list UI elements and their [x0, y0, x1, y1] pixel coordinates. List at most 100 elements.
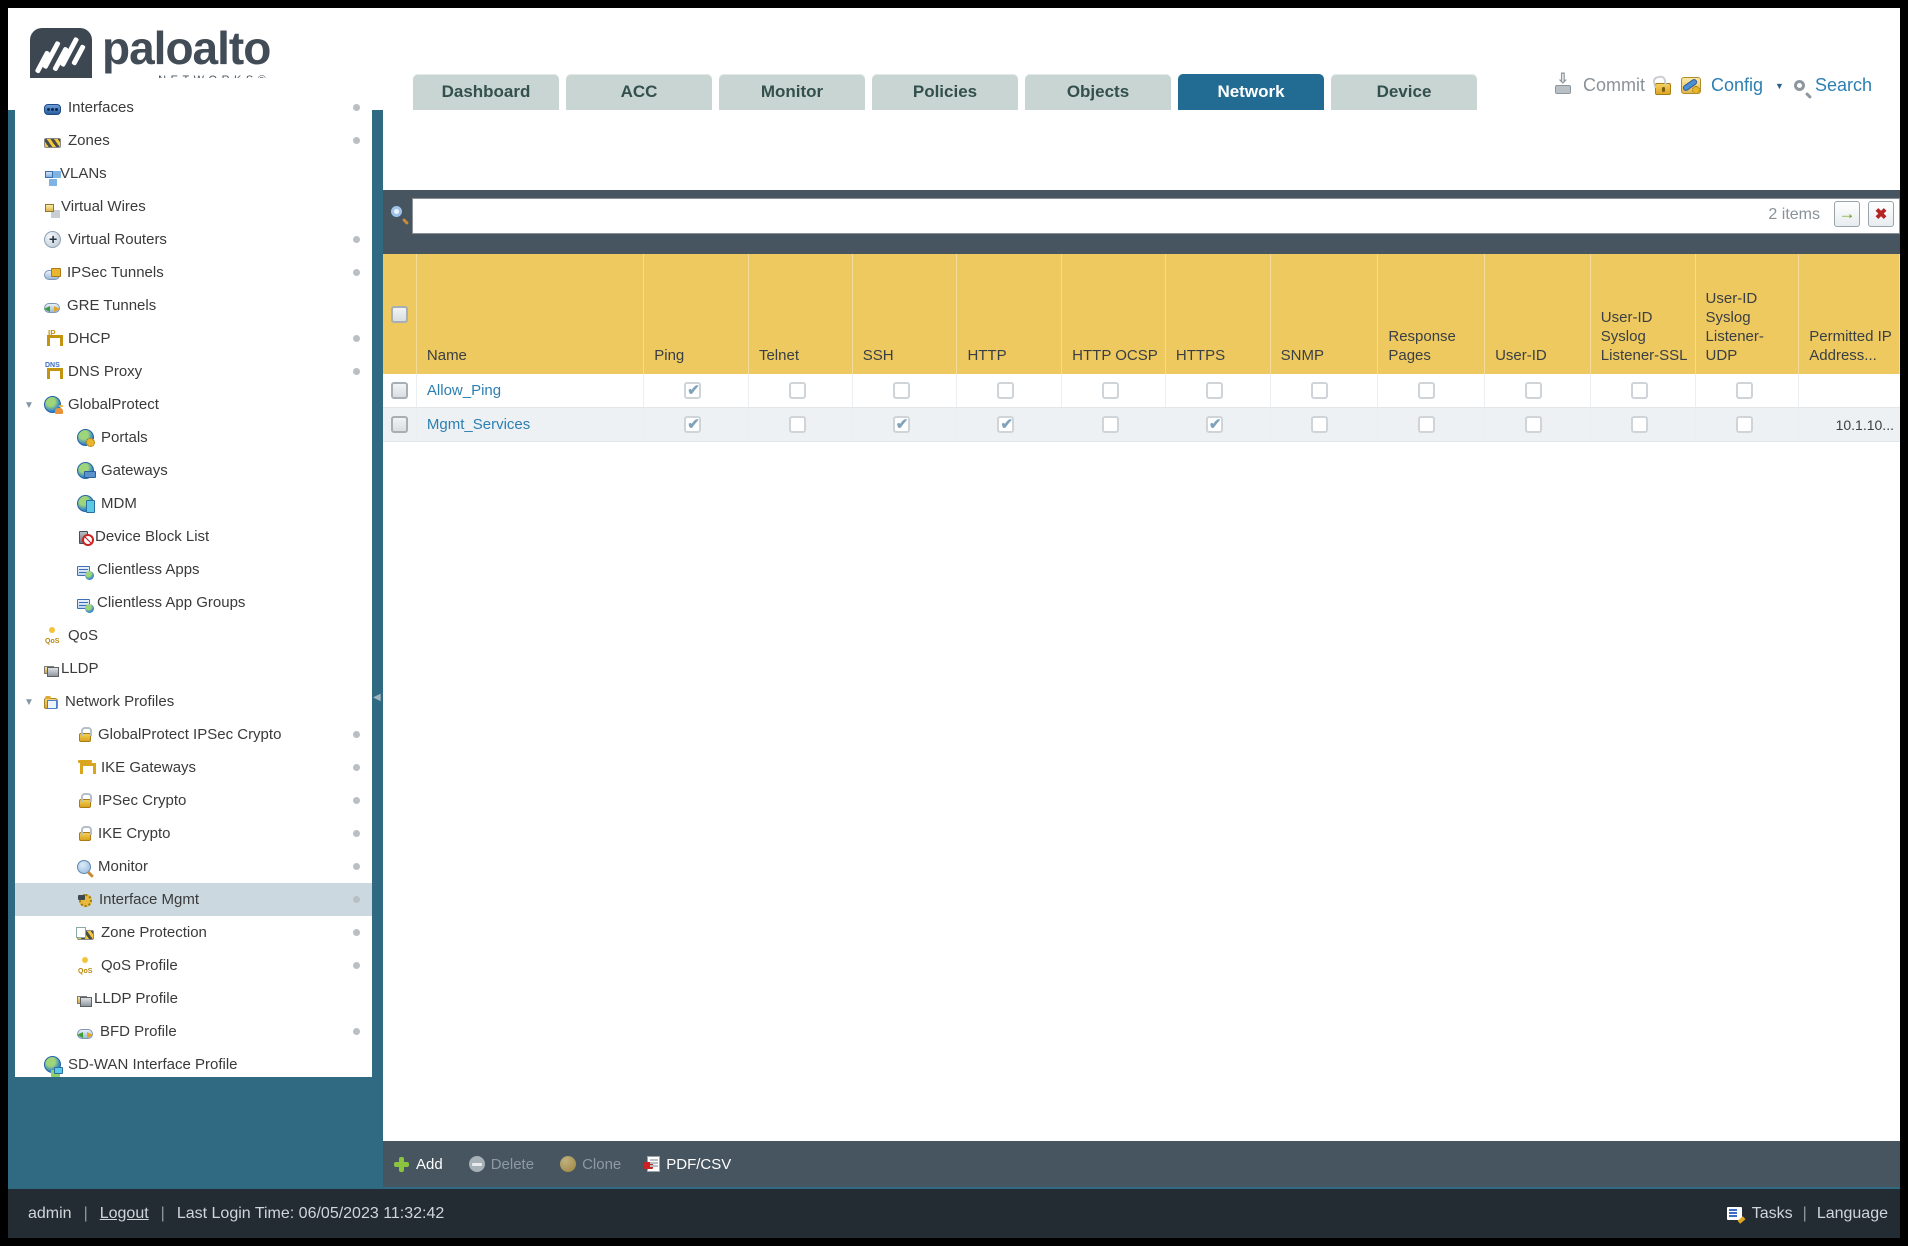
row-select-checkbox[interactable] — [390, 416, 408, 433]
sidebar-item-portals[interactable]: Portals — [15, 421, 372, 454]
sidebar-item-globalprotect[interactable]: ▼ GlobalProtect — [15, 388, 372, 421]
sidebar-item-zone-protection[interactable]: Zone Protection — [15, 916, 372, 949]
sidebar-item-mdm[interactable]: MDM — [15, 487, 372, 520]
config-button[interactable]: Config — [1711, 75, 1763, 96]
clear-filter-icon[interactable]: ✖ — [1868, 201, 1894, 227]
sidebar-collapse-icon[interactable]: ◀ — [373, 692, 381, 703]
sidebar-item-ipsec-tunnels[interactable]: IPSec Tunnels — [15, 256, 372, 289]
column-header-user-id[interactable]: User-ID — [1485, 254, 1591, 374]
row-select-checkbox[interactable] — [390, 382, 408, 399]
column-header-ssh[interactable]: SSH — [853, 254, 958, 374]
column-header-http-ocsp[interactable]: HTTP OCSP — [1062, 254, 1166, 374]
user-id-checkbox[interactable] — [1525, 382, 1543, 399]
sidebar-item-monitor[interactable]: Monitor — [15, 850, 372, 883]
sidebar-item-lldp-profile[interactable]: LLDP Profile — [15, 982, 372, 1015]
add-button[interactable]: Add — [393, 1156, 443, 1173]
sidebar-item-clientless-app-groups[interactable]: Clientless App Groups — [15, 586, 372, 619]
tab-device[interactable]: Device — [1331, 74, 1477, 110]
sidebar-item-label: IKE Gateways — [101, 759, 197, 776]
sidebar-item-globalprotect-ipsec-crypto[interactable]: GlobalProtect IPSec Crypto — [15, 718, 372, 751]
column-header-permitted-ip-address[interactable]: Permitted IP Address... — [1799, 254, 1900, 374]
apply-filter-icon[interactable]: → — [1834, 201, 1860, 227]
sidebar-item-ike-gateways[interactable]: IKE Gateways — [15, 751, 372, 784]
response-pages-checkbox[interactable] — [1418, 416, 1436, 433]
sidebar-item-clientless-apps[interactable]: Clientless Apps — [15, 553, 372, 586]
user-id-syslog-listener-udp-checkbox[interactable] — [1735, 416, 1753, 433]
sidebar-item-qos[interactable]: QoS — [15, 619, 372, 652]
sidebar-item-virtual-routers[interactable]: Virtual Routers — [15, 223, 372, 256]
sidebar-item-device-block-list[interactable]: Device Block List — [15, 520, 372, 553]
telnet-checkbox[interactable] — [789, 416, 806, 433]
snmp-checkbox[interactable] — [1310, 416, 1328, 433]
column-header-user-id-syslog-listener-udp[interactable]: User-ID Syslog Listener-UDP — [1696, 254, 1800, 374]
tab-monitor[interactable]: Monitor — [719, 74, 865, 110]
column-header-response-pages[interactable]: Response Pages — [1378, 254, 1486, 374]
search-button[interactable]: Search — [1815, 75, 1872, 96]
https-checkbox[interactable] — [1205, 382, 1223, 399]
tab-acc[interactable]: ACC — [566, 74, 712, 110]
clone-button: Clone — [560, 1156, 621, 1173]
logout-link[interactable]: Logout — [100, 1205, 149, 1223]
column-header-name[interactable]: Name — [417, 254, 645, 374]
snmp-checkbox[interactable] — [1310, 382, 1328, 399]
sidebar-item-ike-crypto[interactable]: IKE Crypto — [15, 817, 372, 850]
sidebar-item-bfd-profile[interactable]: BFD Profile — [15, 1015, 372, 1048]
sidebar-item-gre-tunnels[interactable]: GRE Tunnels — [15, 289, 372, 322]
padlock-unlocked-icon[interactable] — [1655, 82, 1671, 95]
ssh-checkbox[interactable] — [892, 415, 910, 433]
chevron-expanded-icon[interactable]: ▼ — [24, 697, 34, 708]
chevron-expanded-icon[interactable]: ▼ — [24, 400, 34, 411]
http-checkbox[interactable] — [997, 382, 1015, 399]
tab-dashboard[interactable]: Dashboard — [413, 74, 559, 110]
https-checkbox[interactable] — [1205, 415, 1223, 433]
config-icon[interactable] — [1681, 77, 1701, 94]
tab-network[interactable]: Network — [1178, 74, 1324, 110]
tab-policies[interactable]: Policies — [872, 74, 1018, 110]
profile-name-link[interactable]: Mgmt_Services — [427, 416, 530, 433]
pdf-csv-button[interactable]: PDF/CSV — [644, 1156, 731, 1173]
column-header-ping[interactable]: Ping — [644, 254, 749, 374]
http-ocsp-checkbox[interactable] — [1102, 382, 1120, 399]
http-ocsp-checkbox[interactable] — [1102, 416, 1120, 433]
sidebar-item-qos-profile[interactable]: QoS Profile — [15, 949, 372, 982]
profile-name-link[interactable]: Allow_Ping — [427, 382, 501, 399]
column-header-telnet[interactable]: Telnet — [749, 254, 853, 374]
sidebar-item-virtual-wires[interactable]: Virtual Wires — [15, 190, 372, 223]
sidebar-item-vlans[interactable]: VLANs — [15, 157, 372, 190]
filter-input[interactable] — [412, 198, 1900, 234]
sidebar-item-gateways[interactable]: Gateways — [15, 454, 372, 487]
user-id-checkbox[interactable] — [1525, 416, 1543, 433]
user-id-syslog-listener-ssl-checkbox[interactable] — [1630, 382, 1648, 399]
sidebar-item-interface-mgmt[interactable]: Interface Mgmt — [15, 883, 372, 916]
sidebar-item-sd-wan-interface-profile[interactable]: SD-WAN Interface Profile — [15, 1048, 372, 1077]
telnet-checkbox[interactable] — [789, 382, 806, 399]
commit-button[interactable]: Commit — [1583, 75, 1645, 96]
column-header-user-id-syslog-listener-ssl[interactable]: User-ID Syslog Listener-SSL — [1591, 254, 1696, 374]
select-all-checkbox[interactable] — [390, 305, 408, 323]
column-header-http[interactable]: HTTP — [957, 254, 1063, 374]
commit-icon[interactable] — [1553, 70, 1573, 94]
tasks-icon[interactable] — [1726, 1207, 1742, 1220]
tasks-button[interactable]: Tasks — [1752, 1205, 1793, 1223]
sidebar-item-ipsec-crypto[interactable]: IPSec Crypto — [15, 784, 372, 817]
sidebar-item-zones[interactable]: Zones — [15, 124, 372, 157]
search-icon[interactable] — [1793, 80, 1805, 91]
column-header-https[interactable]: HTTPS — [1166, 254, 1271, 374]
response-pages-checkbox[interactable] — [1418, 382, 1436, 399]
ping-checkbox[interactable] — [684, 415, 702, 433]
ping-checkbox[interactable] — [684, 381, 702, 399]
user-id-syslog-listener-ssl-checkbox[interactable] — [1630, 416, 1648, 433]
language-button[interactable]: Language — [1817, 1205, 1888, 1223]
dns-proxy-icon — [44, 362, 63, 380]
sidebar-item-lldp[interactable]: LLDP — [15, 652, 372, 685]
sidebar-item-dns-proxy[interactable]: DNS Proxy — [15, 355, 372, 388]
sidebar-item-dhcp[interactable]: DHCP — [15, 322, 372, 355]
sidebar-item-network-profiles[interactable]: ▼ Network Profiles — [15, 685, 372, 718]
chevron-down-icon[interactable]: ▼ — [1775, 81, 1784, 91]
tab-objects[interactable]: Objects — [1025, 74, 1171, 110]
http-checkbox[interactable] — [997, 415, 1015, 433]
ssh-checkbox[interactable] — [892, 382, 910, 399]
column-header-snmp[interactable]: SNMP — [1271, 254, 1379, 374]
user-id-syslog-listener-udp-checkbox[interactable] — [1735, 382, 1753, 399]
sidebar-item-interfaces[interactable]: Interfaces — [15, 91, 372, 124]
